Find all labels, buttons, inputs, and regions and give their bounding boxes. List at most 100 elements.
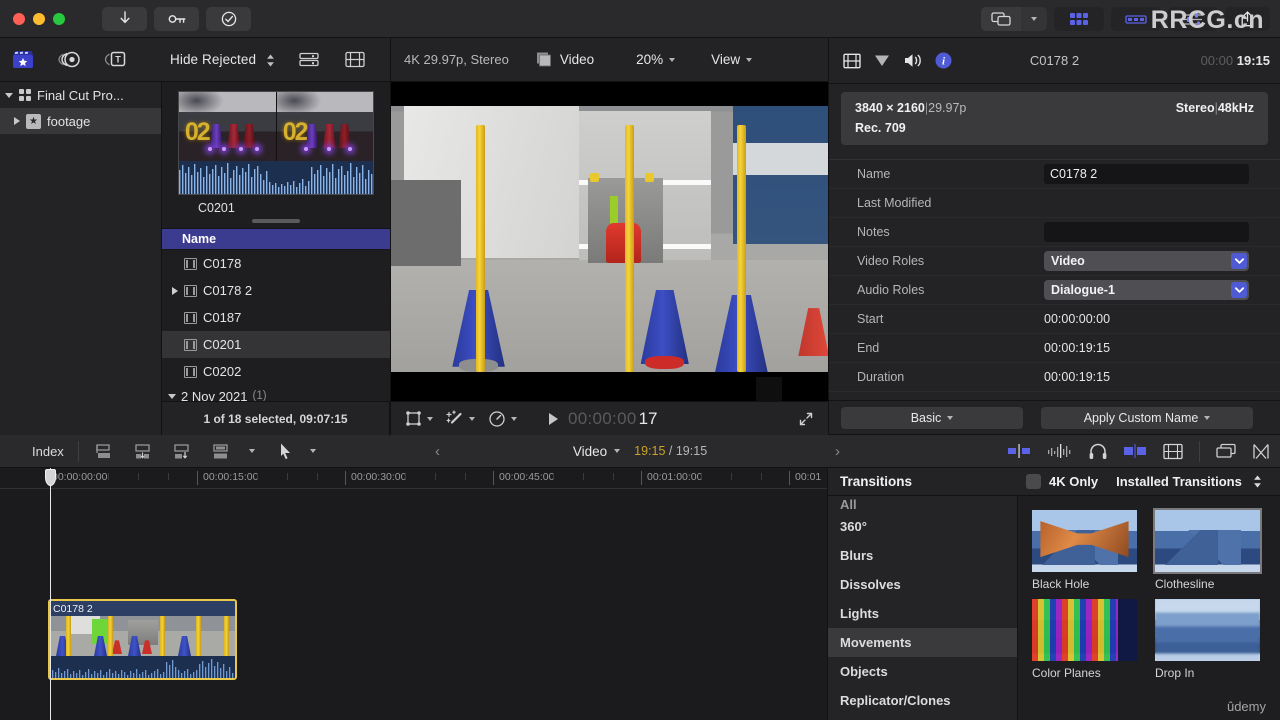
audio-roles-popup[interactable]: Dialogue-1 (1044, 280, 1249, 300)
disclosure-triangle-icon[interactable] (172, 286, 178, 295)
snapping-icon[interactable] (1123, 444, 1147, 458)
timeline-clip[interactable]: C0178 2 (48, 599, 237, 680)
enhance-wand-icon[interactable] (446, 409, 464, 428)
transitions-category-replicator-clones[interactable]: Replicator/Clones (828, 686, 1017, 715)
disclosure-triangle-icon[interactable] (14, 117, 20, 125)
source-stepper-icon[interactable] (1253, 475, 1262, 488)
retime-speedometer-icon[interactable] (488, 410, 506, 428)
nav-prev-button[interactable]: ‹ (435, 443, 440, 460)
transitions-category-movements[interactable]: Movements (828, 628, 1017, 657)
ratings-button[interactable] (206, 6, 251, 31)
inspector-toggle-button[interactable] (1168, 7, 1218, 31)
disclosure-triangle-icon[interactable] (168, 393, 176, 399)
minimize-window-button[interactable] (33, 12, 45, 25)
windows-stack-icon[interactable] (1216, 443, 1236, 459)
filmstrip-view-icon[interactable] (345, 51, 365, 68)
notes-input[interactable] (1044, 222, 1249, 242)
connect-edit-icon[interactable] (171, 442, 193, 461)
name-input[interactable]: C0178 2 (1044, 164, 1249, 184)
enhance-menu-chevron[interactable] (469, 416, 475, 421)
timeline-toggle-button[interactable] (1111, 7, 1161, 31)
transition-label: Black Hole (1032, 577, 1090, 591)
transitions-category-dissolves[interactable]: Dissolves (828, 570, 1017, 599)
transition-item[interactable]: Clothesline (1153, 508, 1262, 591)
transitions-category-blurs[interactable]: Blurs (828, 541, 1017, 570)
video-roles-popup[interactable]: Video (1044, 251, 1249, 271)
playhead-handle[interactable] (45, 469, 56, 486)
viewer-source-selector[interactable]: Video (536, 51, 594, 68)
field-end: End 00:00:19:15 (829, 334, 1280, 363)
library-icon[interactable] (12, 50, 34, 69)
audio-skimming-icon[interactable] (1007, 444, 1031, 458)
timeline-index-button[interactable]: Index (32, 444, 64, 459)
project-selector[interactable]: Video (573, 444, 621, 459)
browser-filter-label[interactable]: Hide Rejected (170, 52, 275, 67)
viewer-view-menu[interactable]: View (711, 52, 753, 67)
list-item[interactable]: C0201 (162, 331, 390, 358)
import-media-button[interactable] (102, 6, 147, 31)
filter-stepper-icon[interactable] (266, 54, 275, 67)
viewer-source-label: Video (559, 52, 595, 67)
list-item[interactable]: C0202 (162, 358, 390, 385)
transition-item[interactable]: Black Hole (1032, 510, 1137, 591)
apply-custom-name-button[interactable]: Apply Custom Name (1041, 406, 1253, 429)
append-edit-icon[interactable] (93, 442, 115, 461)
playhead[interactable] (45, 468, 56, 720)
timeline-ruler[interactable]: 00:00:00:00 00:00:15:00 00:00:30:00 00:0… (0, 468, 827, 489)
transition-item[interactable]: Color Planes (1032, 599, 1137, 680)
select-tool-icon[interactable] (279, 442, 293, 460)
keywords-button[interactable] (154, 6, 199, 31)
retime-menu-chevron[interactable] (511, 416, 517, 421)
filmstrip-clip[interactable]: 02 02 (178, 91, 374, 195)
edit-menu-chevron[interactable] (248, 449, 255, 453)
overwrite-edit-icon[interactable] (210, 442, 232, 461)
clip-appearance-icon[interactable] (1163, 443, 1183, 460)
titles-generators-icon[interactable]: T (104, 50, 128, 69)
transitions-category-lights[interactable]: Lights (828, 599, 1017, 628)
close-window-button[interactable] (13, 12, 25, 25)
list-view-icon[interactable] (299, 52, 319, 67)
nav-next-button[interactable]: › (835, 443, 840, 460)
insert-edit-icon[interactable] (132, 442, 154, 461)
list-group-row[interactable]: 2 Nov 2021 (1) (162, 385, 390, 401)
list-item[interactable]: C0187 (162, 304, 390, 331)
tool-menu-chevron[interactable] (309, 449, 316, 453)
transitions-category-360[interactable]: 360° (828, 512, 1017, 541)
browser-toggle-button[interactable] (1054, 7, 1104, 31)
playback-destination-button[interactable] (981, 7, 1021, 31)
toolbar-right-group (981, 7, 1270, 31)
download-arrow-icon (120, 11, 129, 24)
trans01ition-thumbnail[interactable] (1032, 599, 1137, 661)
transition-item[interactable]: Drop In (1155, 599, 1260, 680)
list-item[interactable]: C0178 (162, 250, 390, 277)
viewer-zoom-selector[interactable]: 20% (636, 52, 676, 67)
share-button[interactable] (1225, 7, 1270, 31)
metadata-view-button[interactable]: Basic (841, 406, 1023, 429)
audio-monitor-headphones-icon[interactable] (1089, 443, 1107, 460)
transition-thumbnail[interactable] (1032, 510, 1137, 572)
4k-only-checkbox[interactable] (1026, 474, 1041, 489)
sidebar-item-footage[interactable]: ★ footage (0, 108, 161, 134)
browser-column-header[interactable]: Name (162, 228, 390, 250)
hourglass-icon[interactable] (1252, 443, 1270, 460)
play-icon[interactable] (549, 412, 558, 425)
browser-splitter-handle[interactable] (252, 219, 300, 223)
transition-thumbnail[interactable] (1153, 508, 1262, 574)
list-item[interactable]: C0178 2 (162, 277, 390, 304)
disclosure-triangle-icon[interactable] (5, 92, 13, 98)
transition-thumbnail[interactable] (1155, 599, 1260, 661)
sidebar-item-library[interactable]: Final Cut Pro... (0, 82, 161, 108)
transitions-category-objects[interactable]: Objects (828, 657, 1017, 686)
maximize-window-button[interactable] (53, 12, 65, 25)
effects-browser-icon[interactable] (57, 50, 81, 69)
viewer[interactable] (390, 82, 828, 401)
libraries-sidebar: Final Cut Pro... ★ footage (0, 82, 162, 435)
transform-icon[interactable] (405, 410, 422, 427)
solo-icon[interactable] (1047, 444, 1073, 458)
timeline[interactable]: 00:00:00:00 00:00:15:00 00:00:30:00 00:0… (0, 468, 828, 720)
playback-destination-menu[interactable] (1021, 7, 1047, 31)
transitions-category-all[interactable]: All (828, 497, 1017, 512)
transform-menu-chevron[interactable] (427, 416, 433, 421)
transitions-source-selector[interactable]: Installed Transitions (1116, 474, 1262, 489)
expand-arrows-icon[interactable] (798, 411, 814, 427)
